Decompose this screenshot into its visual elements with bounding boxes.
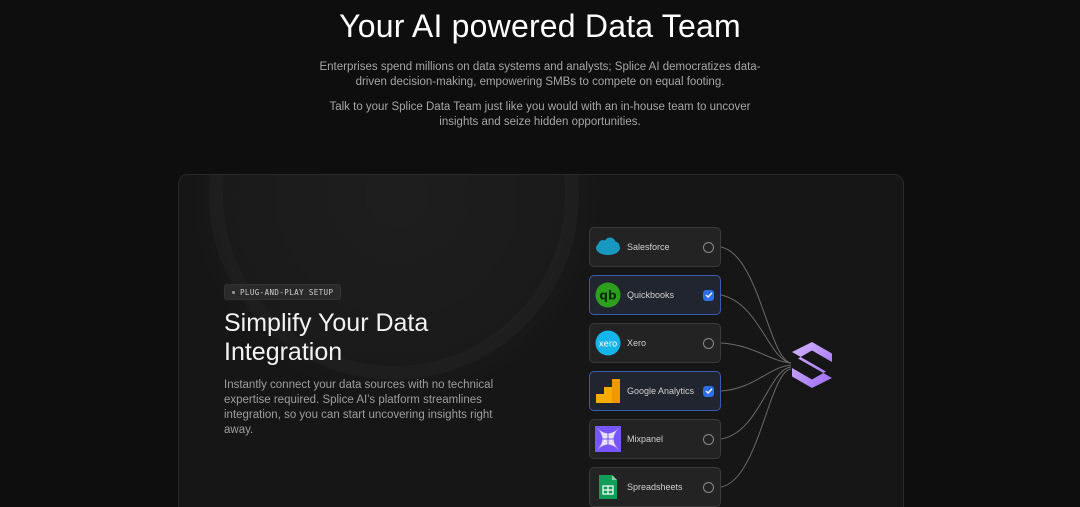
salesforce-icon xyxy=(595,234,621,260)
hero-paragraph-2-line-1: Talk to your Splice Data Team just like … xyxy=(329,101,751,113)
svg-text:xero: xero xyxy=(599,340,618,350)
hero-paragraph-2: Talk to your Splice Data Team just like … xyxy=(0,100,1080,130)
hero-title: Your AI powered Data Team xyxy=(339,8,741,44)
hero-paragraph-1-line-2: driven decision-making, empowering SMBs … xyxy=(355,76,725,88)
google-analytics-icon xyxy=(595,378,621,404)
integration-label: Xero xyxy=(627,338,647,348)
integration-label: Quickbooks xyxy=(627,290,675,300)
hero-paragraph-1: Enterprises spend millions on data syste… xyxy=(0,60,1080,90)
xero-icon: xero xyxy=(595,330,621,356)
checkbox-unchecked-icon[interactable] xyxy=(703,241,714,253)
integration-label: Spreadsheets xyxy=(627,482,683,492)
integration-google-analytics[interactable]: Google Analytics xyxy=(589,371,721,411)
connector-line-salesforce xyxy=(720,246,792,364)
integration-spreadsheets[interactable]: Spreadsheets xyxy=(589,467,721,507)
checkbox-unchecked-icon[interactable] xyxy=(703,433,714,445)
connector-line-spreadsheets xyxy=(720,368,792,488)
feature-card: PLUG-AND-PLAY SETUP Simplify Your Data I… xyxy=(178,174,904,507)
integration-xero[interactable]: xero Xero xyxy=(589,323,721,363)
splice-logo-icon xyxy=(792,342,832,388)
svg-text:qb: qb xyxy=(599,289,617,303)
hero-paragraph-1-line-1: Enterprises spend millions on data syste… xyxy=(319,61,761,73)
quickbooks-icon: qb xyxy=(595,282,621,308)
spreadsheets-icon xyxy=(595,474,621,500)
integration-quickbooks[interactable]: qb Quickbooks xyxy=(589,275,721,315)
integration-label: Salesforce xyxy=(627,242,670,252)
checkbox-unchecked-icon[interactable] xyxy=(703,481,714,493)
checkbox-unchecked-icon[interactable] xyxy=(703,337,714,349)
integration-mixpanel[interactable]: Mixpanel xyxy=(589,419,721,459)
integration-label: Mixpanel xyxy=(627,434,664,444)
integration-label: Google Analytics xyxy=(627,386,695,396)
integration-salesforce[interactable]: Salesforce xyxy=(589,227,721,267)
hero-paragraph-2-line-2: insights and seize hidden opportunities. xyxy=(439,116,641,128)
checkbox-checked-icon[interactable] xyxy=(703,385,714,397)
checkbox-checked-icon[interactable] xyxy=(703,289,714,301)
mixpanel-icon xyxy=(595,426,621,452)
